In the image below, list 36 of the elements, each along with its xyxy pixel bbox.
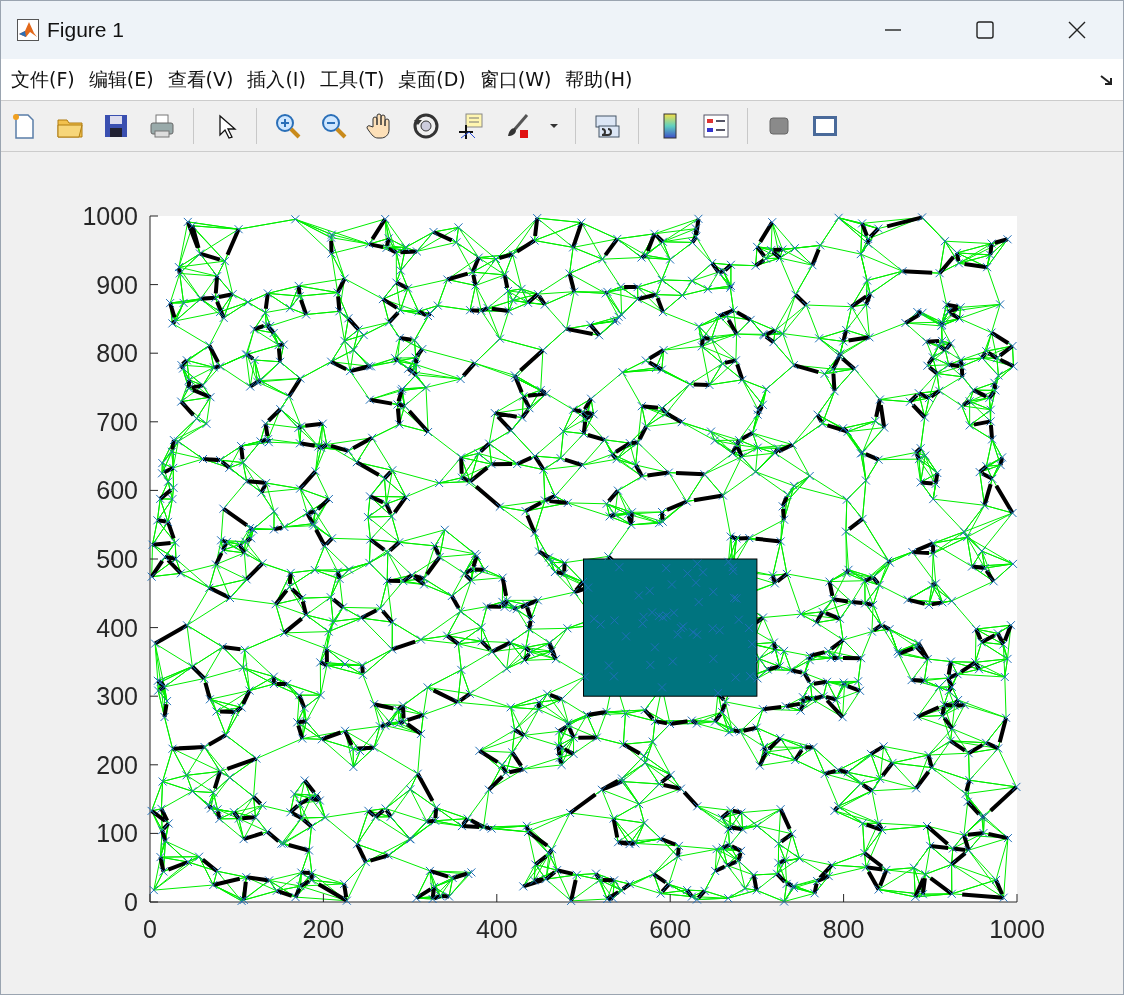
y-tick-label: 0 [124,888,138,916]
close-icon [1068,21,1086,39]
y-tick-label: 300 [96,682,138,711]
x-tick-label: 400 [475,915,518,943]
menu-item[interactable]: 文件(F) [11,66,75,93]
legend-icon[interactable] [701,111,731,141]
x-tick-label: 200 [302,915,345,943]
menu-item[interactable]: 桌面(D) [398,66,466,93]
y-tick-label: 200 [96,750,138,779]
rotate-icon[interactable] [411,111,441,141]
x-tick-label: 1000 [989,915,1045,943]
menu-item[interactable]: 编辑(E) [88,66,154,93]
printer-icon[interactable] [147,111,177,141]
x-tick-label: 600 [649,915,692,943]
menu-item[interactable]: 查看(V) [167,66,234,93]
x-tick-label: 800 [822,915,865,943]
zoom-out-icon[interactable] [319,111,349,141]
peak-logo-icon [17,19,39,41]
menu-item[interactable]: 插入(I) [247,66,306,93]
window-title: Figure 1 [47,18,125,42]
y-tick-label: 700 [96,407,138,436]
menu-item[interactable]: 帮助(H) [565,66,633,93]
menu-item[interactable]: 窗口(W) [479,66,552,93]
y-tick-label: 100 [96,819,138,848]
minimize-icon [885,29,901,31]
undock-arrow-icon[interactable] [1099,72,1113,87]
y-tick-label: 400 [96,613,138,642]
y-tick-label: 900 [96,270,138,299]
y-tick-label: 800 [96,339,138,368]
maximize-icon [976,21,994,39]
zoom-in-icon[interactable] [273,111,303,141]
y-tick-label: 500 [96,545,138,573]
y-tick-label: 1000 [82,202,138,230]
menu-item[interactable]: 工具(T) [319,66,385,93]
y-tick-label: 600 [96,476,138,505]
x-tick-label: 0 [143,915,157,943]
